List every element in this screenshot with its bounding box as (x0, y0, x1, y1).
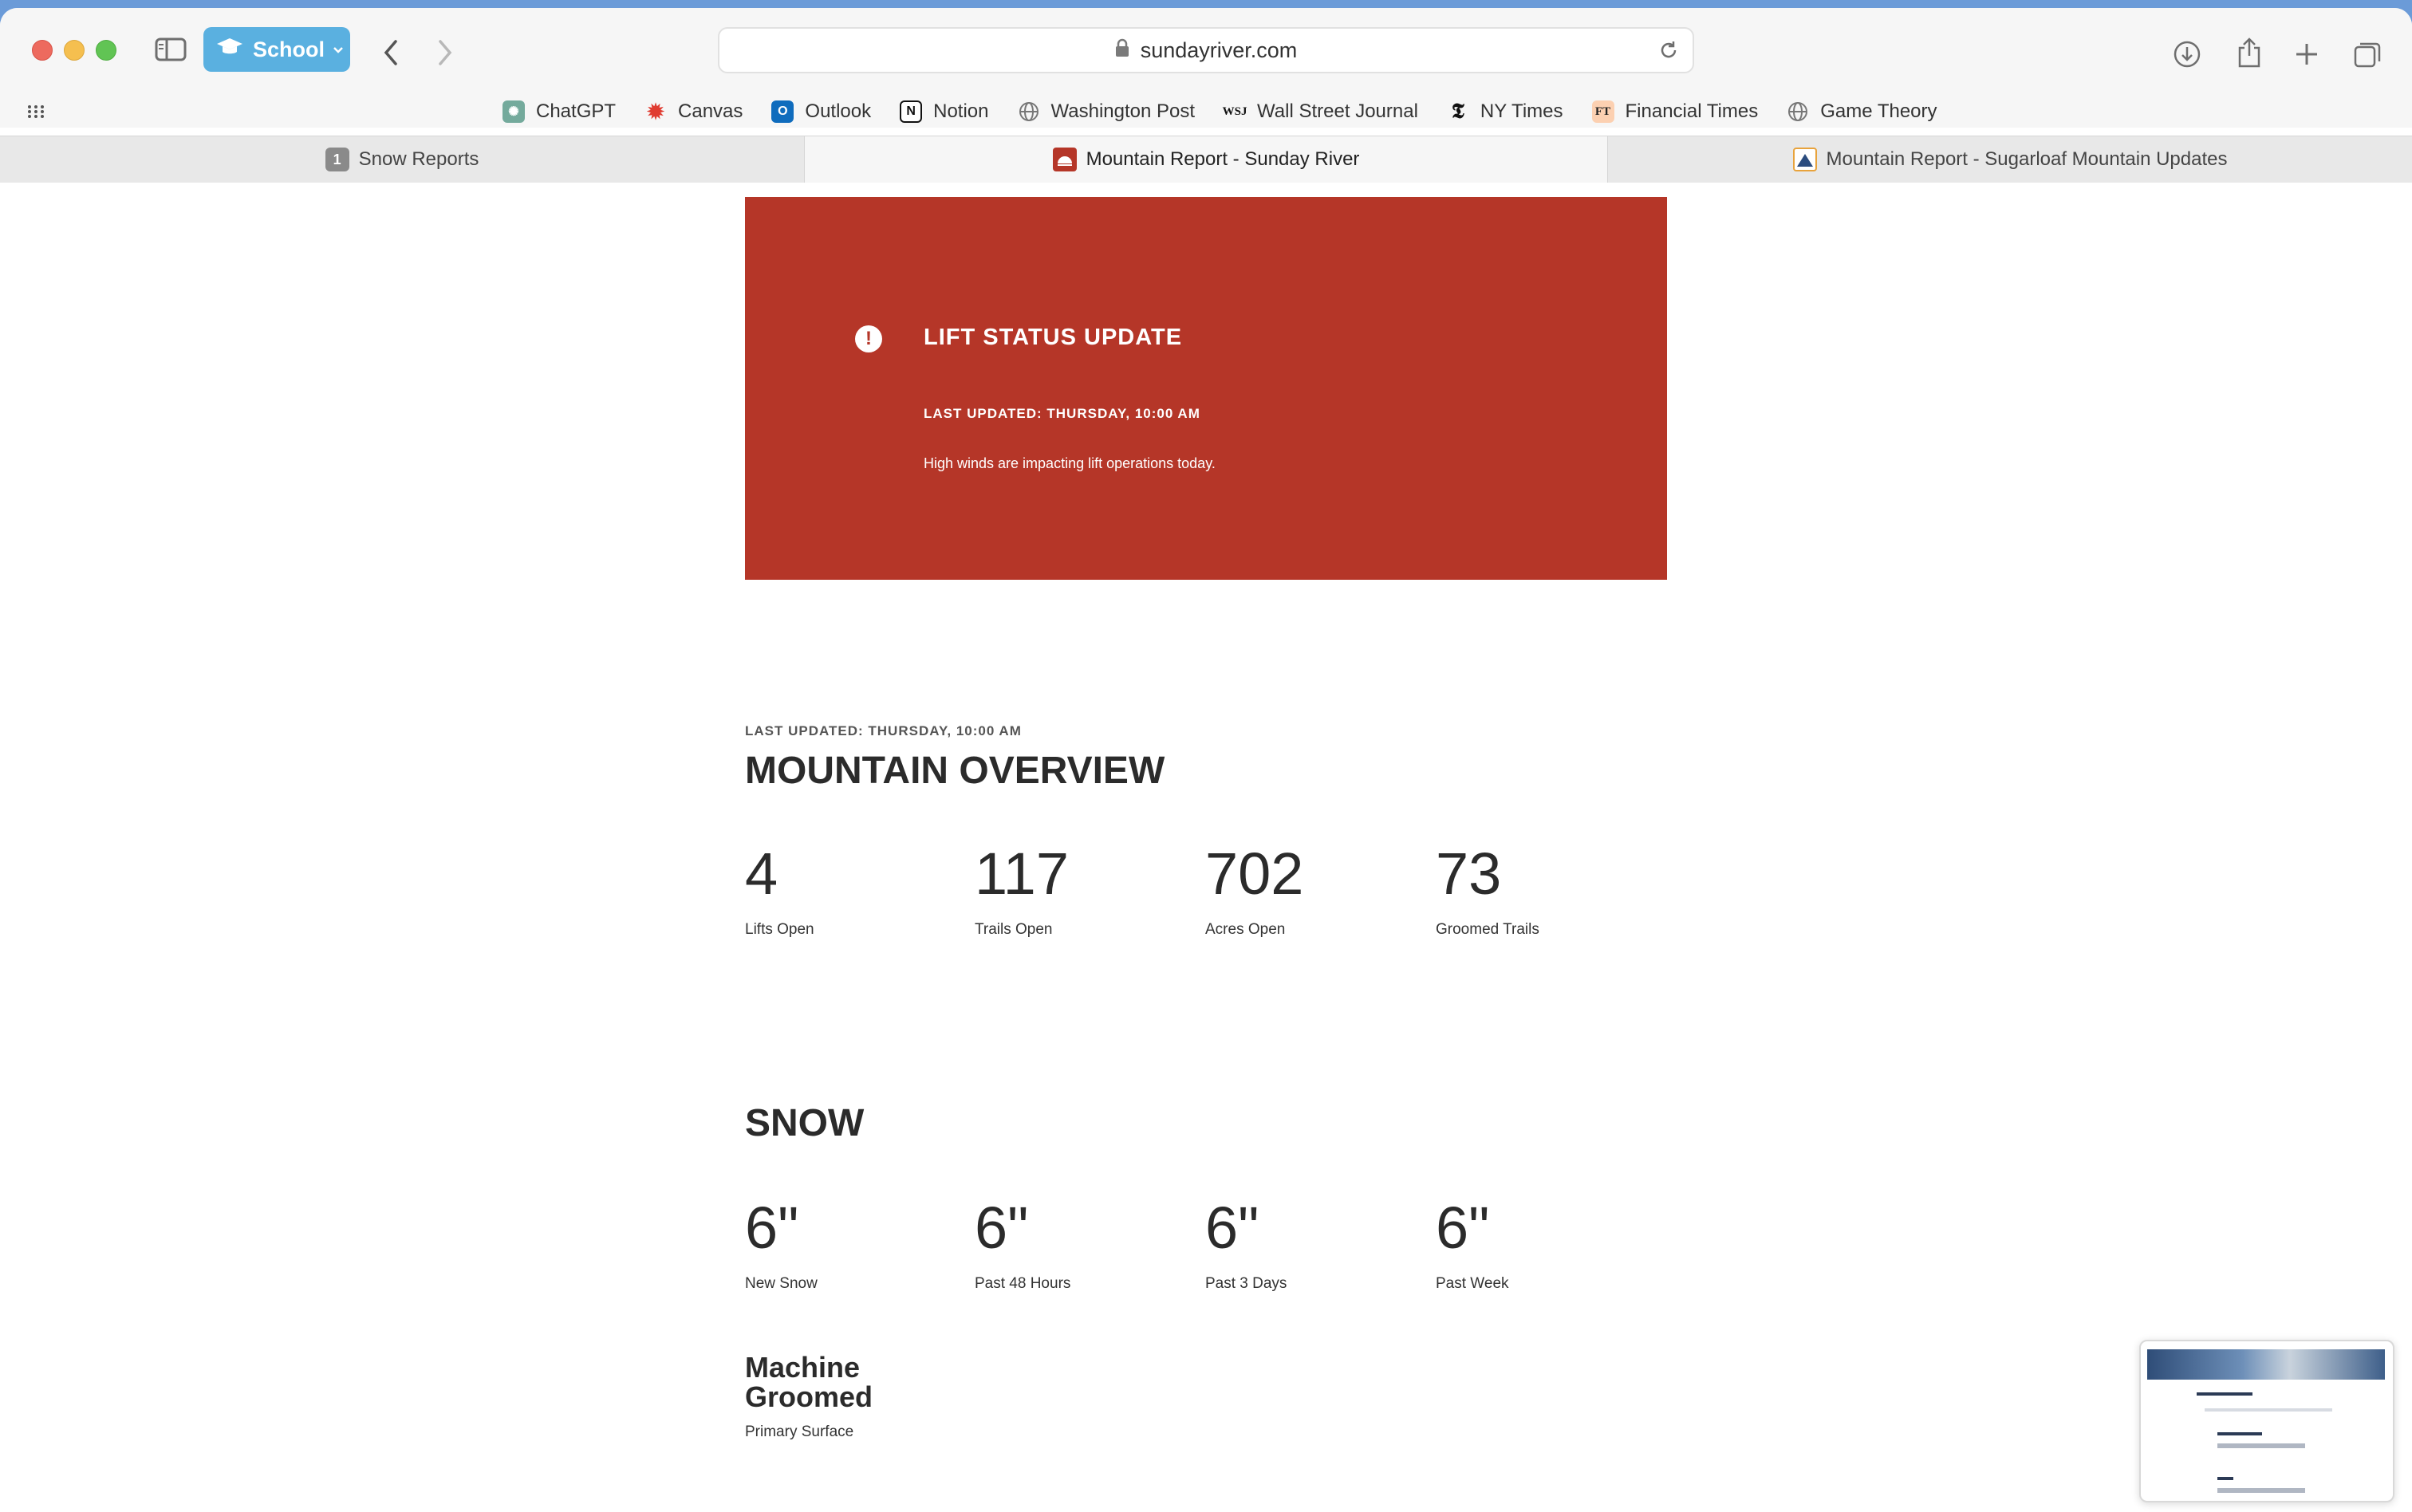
page-preview-thumbnail[interactable] (2139, 1340, 2394, 1502)
stat-past-week: 6" Past Week (1436, 1195, 1509, 1293)
exclamation-icon: ! (855, 325, 882, 352)
new-tab-plus-icon[interactable] (2291, 38, 2323, 70)
bookmark-wall-street-journal[interactable]: WSJ Wall Street Journal (1222, 100, 1418, 123)
sunday-river-logo-icon (1052, 148, 1077, 171)
ft-icon: FT (1591, 100, 1614, 123)
mountain-icon (1792, 148, 1817, 171)
browser-window: School sundayriver.com ✺ ChatGPT ✹ Canva… (0, 8, 2412, 1512)
profile-switcher-button[interactable]: School (203, 27, 350, 72)
bookmark-canvas[interactable]: ✹ Canvas (644, 99, 743, 124)
tab-sugarloaf[interactable]: Mountain Report - Sugarloaf Mountain Upd… (1608, 136, 2412, 183)
tab-sunday-river[interactable]: Mountain Report - Sunday River (804, 136, 1608, 183)
stat-past-3-days: 6" Past 3 Days (1205, 1195, 1287, 1293)
canvas-icon: ✹ (647, 99, 664, 124)
bookmark-outlook[interactable]: O Outlook (771, 100, 871, 123)
stat-trails-open: 117 Trails Open (975, 841, 1069, 939)
lift-status-alert: ! LIFT STATUS UPDATE LAST UPDATED: THURS… (745, 197, 1667, 580)
snow-heading: SNOW (745, 1102, 865, 1144)
stat-groomed-trails: 73 Groomed Trails (1436, 841, 1539, 939)
globe-icon (1018, 100, 1040, 123)
primary-surface-label: Primary Surface (745, 1423, 854, 1440)
primary-surface-value: Machine Groomed (745, 1351, 873, 1413)
graduation-cap-icon (216, 37, 243, 63)
reload-icon[interactable] (1657, 39, 1680, 67)
lock-icon (1115, 38, 1129, 63)
overview-heading: MOUNTAIN OVERVIEW (745, 750, 1165, 792)
bookmark-game-theory[interactable]: Game Theory (1787, 100, 1937, 123)
tab-overview-icon[interactable] (2351, 38, 2383, 70)
forward-arrow-icon[interactable] (431, 38, 459, 67)
back-arrow-icon[interactable] (376, 38, 405, 67)
apps-grid-icon[interactable] (24, 100, 48, 123)
outlook-icon: O (771, 100, 794, 123)
stat-lifts-open: 4 Lifts Open (745, 841, 814, 939)
bookmarks-bar: ✺ ChatGPT ✹ Canvas O Outlook N Notion Wa… (503, 96, 1966, 128)
alert-message: High winds are impacting lift operations… (924, 455, 1216, 471)
profile-name: School (253, 37, 325, 61)
notion-icon: N (900, 100, 923, 123)
wsj-icon: WSJ (1222, 104, 1247, 118)
zoom-window-button[interactable] (96, 40, 116, 61)
bookmark-notion[interactable]: N Notion (900, 100, 989, 123)
tab-bar: 1 Snow Reports Mountain Report - Sunday … (0, 136, 2412, 183)
thumbnail-hero-image (2147, 1349, 2385, 1380)
stat-new-snow: 6" New Snow (745, 1195, 818, 1293)
address-bar[interactable]: sundayriver.com (718, 27, 1694, 73)
downloads-icon[interactable] (2171, 38, 2203, 70)
tab-group-count-badge: 1 (325, 148, 349, 171)
alert-title: LIFT STATUS UPDATE (924, 325, 1183, 350)
chatgpt-icon: ✺ (503, 100, 525, 123)
tab-snow-reports[interactable]: 1 Snow Reports (0, 136, 804, 183)
web-page-content: ! LIFT STATUS UPDATE LAST UPDATED: THURS… (0, 183, 2412, 1512)
stat-past-48-hours: 6" Past 48 Hours (975, 1195, 1071, 1293)
bookmark-financial-times[interactable]: FT Financial Times (1591, 100, 1758, 123)
globe-icon (1787, 100, 1809, 123)
minimize-window-button[interactable] (64, 40, 85, 61)
bookmark-chatgpt[interactable]: ✺ ChatGPT (503, 100, 616, 123)
url-text: sundayriver.com (1140, 37, 1298, 62)
chevron-down-icon (333, 41, 344, 58)
share-icon[interactable] (2233, 37, 2265, 69)
alert-updated-time: LAST UPDATED: THURSDAY, 10:00 AM (924, 406, 1200, 421)
stat-acres-open: 702 Acres Open (1205, 841, 1304, 939)
sidebar-toggle-icon[interactable] (155, 37, 187, 62)
nyt-icon: 𝕿 (1451, 99, 1464, 123)
bookmark-ny-times[interactable]: 𝕿 NY Times (1447, 100, 1563, 123)
bookmark-washington-post[interactable]: Washington Post (1018, 100, 1195, 123)
close-window-button[interactable] (32, 40, 53, 61)
browser-toolbar: School sundayriver.com ✺ ChatGPT ✹ Canva… (0, 8, 2412, 128)
overview-updated-time: LAST UPDATED: THURSDAY, 10:00 AM (745, 723, 1022, 738)
